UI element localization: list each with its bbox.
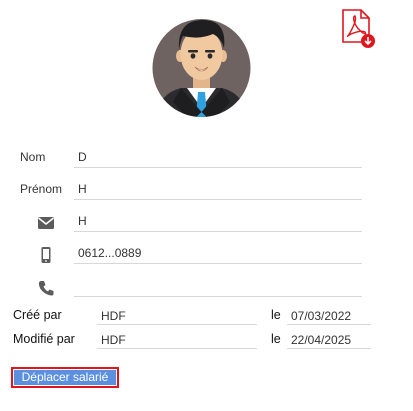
pdf-download-icon bbox=[342, 9, 375, 48]
created-by-field[interactable] bbox=[97, 307, 257, 325]
phone-field[interactable] bbox=[74, 275, 362, 297]
nom-label: Nom bbox=[20, 150, 46, 164]
pdf-download-button[interactable] bbox=[339, 8, 377, 50]
phone-row bbox=[0, 275, 413, 301]
modified-by-field[interactable] bbox=[97, 331, 257, 349]
prenom-field[interactable] bbox=[74, 178, 362, 200]
created-by-label: Créé par bbox=[13, 308, 62, 322]
modified-on-field[interactable] bbox=[287, 331, 371, 349]
created-on-label: le bbox=[271, 308, 281, 322]
prenom-row: Prénom bbox=[0, 178, 413, 204]
nom-row: Nom bbox=[0, 146, 413, 172]
phone-icon bbox=[36, 278, 56, 298]
move-employee-button[interactable]: Déplacer salarié bbox=[11, 367, 119, 388]
modified-by-label: Modifié par bbox=[13, 332, 75, 346]
created-on-field[interactable] bbox=[287, 307, 371, 325]
email-field[interactable] bbox=[74, 210, 362, 232]
mobile-phone-icon bbox=[36, 245, 56, 265]
nom-field[interactable] bbox=[74, 146, 362, 168]
email-row bbox=[0, 210, 413, 236]
prenom-label: Prénom bbox=[20, 182, 63, 196]
mobile-field[interactable] bbox=[74, 242, 362, 264]
mobile-row bbox=[0, 242, 413, 268]
modified-on-label: le bbox=[271, 332, 281, 346]
envelope-icon bbox=[36, 213, 56, 233]
businessman-avatar-icon bbox=[152, 19, 251, 117]
avatar bbox=[151, 12, 252, 118]
move-employee-label: Déplacer salarié bbox=[14, 370, 116, 385]
